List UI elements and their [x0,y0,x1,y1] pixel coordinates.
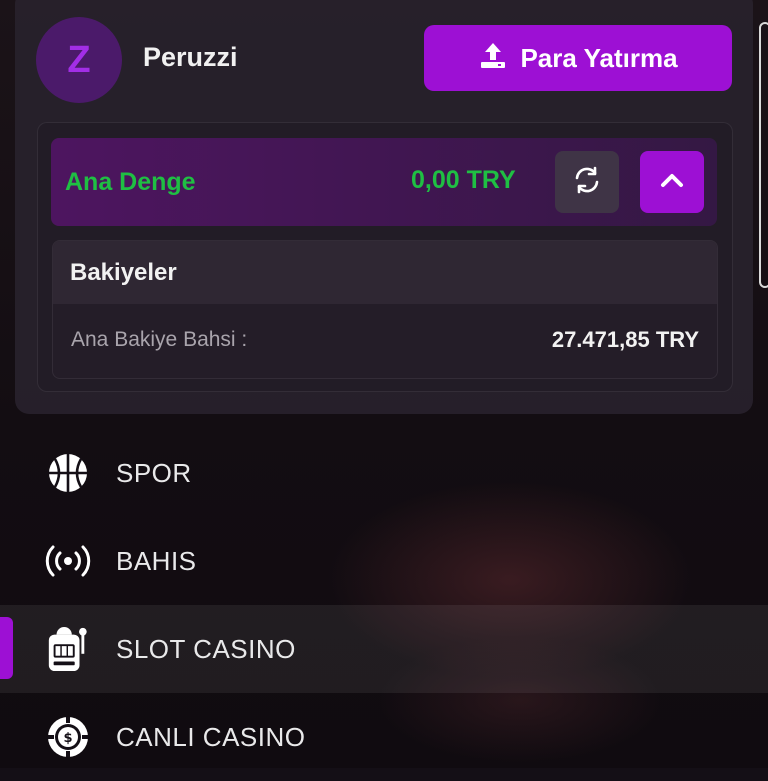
nav-item-label: CANLI CASINO [116,721,306,752]
main-balance-amount: 0,00 TRY [411,166,516,194]
upload-icon [478,40,508,77]
slot-machine-icon [45,626,91,672]
basketball-icon [45,450,91,496]
refresh-balance-button[interactable] [555,151,619,213]
avatar-letter: Z [67,38,91,81]
bet-balance-value: 27.471,85 TRY [551,327,699,352]
casino-chip-icon: $ [45,714,91,760]
active-indicator [0,617,13,679]
nav-item-label: SPOR [116,457,192,488]
username: Peruzzi [143,42,238,72]
nav-item-slot-casino[interactable]: SLOT CASINO [0,605,768,693]
broadcast-icon [45,538,91,584]
balances-title: Bakiyeler [53,241,717,304]
deposit-button[interactable]: Para Yatırma [424,25,732,91]
nav-item-label: SLOT CASINO [116,633,296,664]
nav-item-bahis[interactable]: BAHIS [0,517,768,605]
refresh-icon [571,164,603,200]
main-balance-label: Ana Denge [65,168,196,196]
svg-text:$: $ [63,731,72,746]
chevron-up-icon [659,171,685,193]
scrollbar[interactable] [759,22,768,288]
avatar[interactable]: Z [36,17,122,103]
bet-balance-label: Ana Bakiye Bahsi : [71,328,248,351]
nav-item-spor[interactable]: SPOR [0,429,768,517]
deposit-button-label: Para Yatırma [520,42,678,73]
collapse-balance-button[interactable] [640,151,704,213]
nav-item-label: BAHIS [116,545,197,576]
balances-box: Bakiyeler Ana Bakiye Bahsi : 27.471,85 T… [52,240,718,379]
